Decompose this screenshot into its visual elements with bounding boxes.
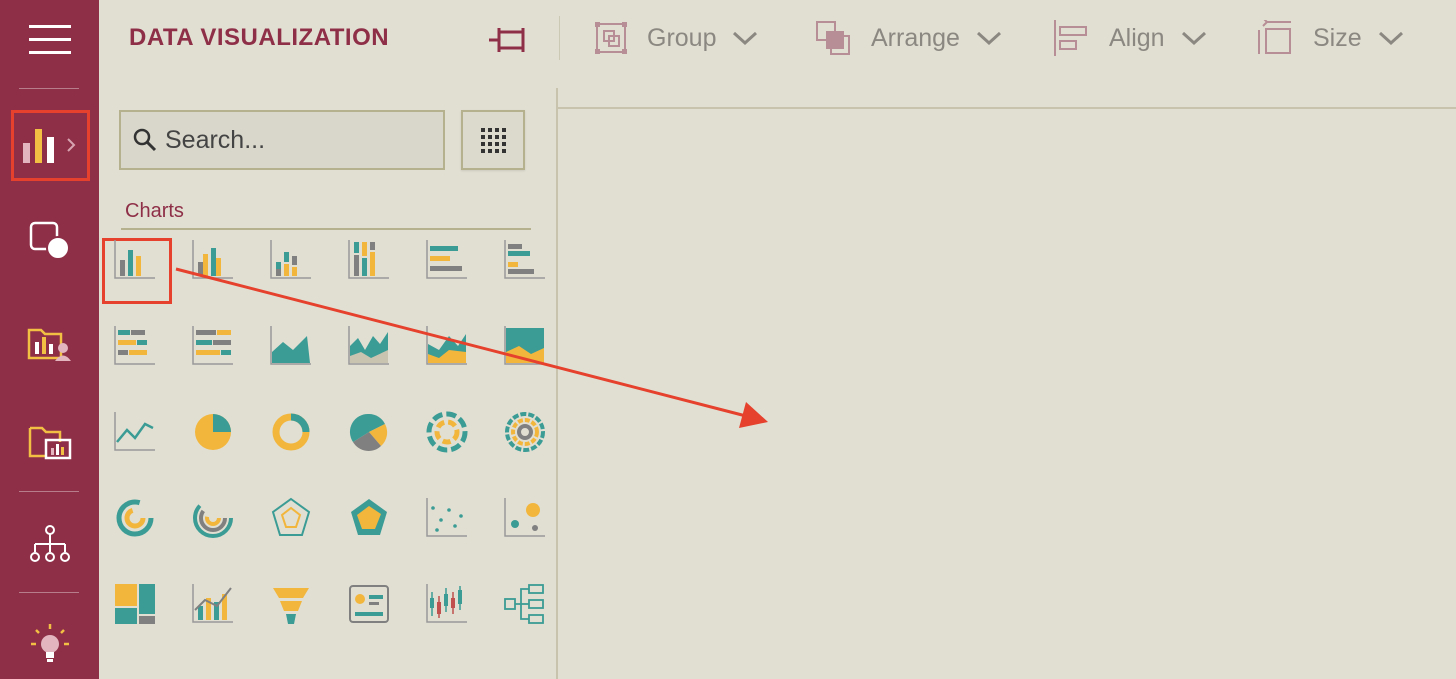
- 100-stacked-bar-chart-icon[interactable]: [191, 324, 235, 368]
- scatter-chart-icon[interactable]: [425, 496, 469, 540]
- hamburger-menu-icon: [28, 25, 71, 54]
- canvas-area[interactable]: [558, 109, 1456, 679]
- 100-stacked-column-chart-icon[interactable]: [347, 238, 391, 282]
- search-box[interactable]: [119, 110, 445, 170]
- search-icon: [133, 128, 157, 152]
- bar-chart-icon[interactable]: [425, 238, 469, 282]
- toolbar-divider: [559, 16, 560, 60]
- folder-user-chart-icon: [27, 328, 71, 361]
- clustered-bar-chart-icon[interactable]: [503, 238, 547, 282]
- rail-item-shapes[interactable]: [0, 212, 99, 268]
- left-rail: [0, 0, 99, 679]
- layered-area-chart-icon[interactable]: [503, 324, 547, 368]
- 100-stacked-area-chart-icon[interactable]: [425, 324, 469, 368]
- rail-item-dashboards[interactable]: [0, 414, 99, 470]
- section-divider: [121, 228, 531, 230]
- arrange-icon: [816, 21, 850, 55]
- stacked-area-chart-icon[interactable]: [347, 324, 391, 368]
- top-toolbar: DATA VISUALIZATION Group Arrange Align S…: [99, 0, 1456, 88]
- rail-divider: [19, 592, 79, 593]
- align-dropdown[interactable]: Align: [1053, 18, 1207, 58]
- menu-button[interactable]: [0, 14, 99, 66]
- radial-stacked-bar-chart-icon[interactable]: [191, 496, 235, 540]
- arrange-dropdown[interactable]: Arrange: [815, 18, 1002, 58]
- multilevel-pie-chart-icon[interactable]: [425, 410, 469, 454]
- chevron-down-icon: [733, 31, 758, 46]
- pin-button[interactable]: [487, 26, 531, 59]
- filled-radar-chart-icon[interactable]: [347, 496, 391, 540]
- shapes-icon: [29, 221, 70, 260]
- chevron-down-icon: [1181, 31, 1206, 46]
- size-dropdown[interactable]: Size: [1257, 18, 1404, 58]
- donut-chart-icon[interactable]: [269, 410, 313, 454]
- bubble-chart-icon[interactable]: [503, 496, 547, 540]
- page-title: DATA VISUALIZATION: [129, 24, 390, 51]
- group-icon: [595, 22, 627, 54]
- search-input[interactable]: [165, 125, 425, 155]
- rose-chart-icon[interactable]: [347, 410, 391, 454]
- candlestick-chart-icon[interactable]: [425, 582, 469, 626]
- stacked-bar-chart-icon[interactable]: [113, 324, 157, 368]
- size-label: Size: [1313, 23, 1362, 52]
- clustered-column-chart-icon[interactable]: [191, 238, 235, 282]
- hierarchy-icon: [29, 525, 70, 562]
- kpi-card-icon[interactable]: [347, 582, 391, 626]
- grid-view-icon: [481, 128, 506, 153]
- charts-section-label: Charts: [125, 200, 184, 222]
- arrange-label: Arrange: [871, 23, 960, 52]
- widget-panel: Charts: [99, 88, 557, 679]
- pie-chart-icon[interactable]: [191, 410, 235, 454]
- rail-divider: [19, 88, 79, 89]
- column-chart-icon[interactable]: [113, 238, 157, 282]
- combo-chart-icon[interactable]: [191, 582, 235, 626]
- rail-divider: [19, 491, 79, 492]
- align-left-icon: [1054, 20, 1087, 56]
- chevron-down-icon: [1378, 31, 1403, 46]
- sunburst-chart-icon[interactable]: [503, 410, 547, 454]
- grid-view-button[interactable]: [461, 110, 525, 170]
- funnel-chart-icon[interactable]: [269, 582, 313, 626]
- group-dropdown[interactable]: Group: [595, 18, 758, 58]
- rail-item-tips[interactable]: [0, 618, 99, 670]
- rail-item-shared-dashboards[interactable]: [0, 316, 99, 372]
- radar-chart-icon[interactable]: [269, 496, 313, 540]
- org-tree-chart-icon[interactable]: [503, 582, 547, 626]
- size-icon: [1258, 20, 1291, 54]
- pin-icon: [489, 28, 525, 52]
- align-label: Align: [1109, 23, 1165, 52]
- lightbulb-icon: [30, 624, 69, 662]
- active-rail-highlight: [11, 110, 90, 181]
- area-chart-icon[interactable]: [269, 324, 313, 368]
- radial-bar-chart-icon[interactable]: [113, 496, 157, 540]
- rail-item-hierarchy[interactable]: [0, 516, 99, 572]
- line-chart-icon[interactable]: [113, 410, 157, 454]
- group-label: Group: [647, 23, 717, 52]
- stacked-column-chart-icon[interactable]: [269, 238, 313, 282]
- chevron-down-icon: [976, 31, 1001, 46]
- treemap-chart-icon[interactable]: [113, 582, 157, 626]
- folder-chart-icon: [28, 426, 71, 460]
